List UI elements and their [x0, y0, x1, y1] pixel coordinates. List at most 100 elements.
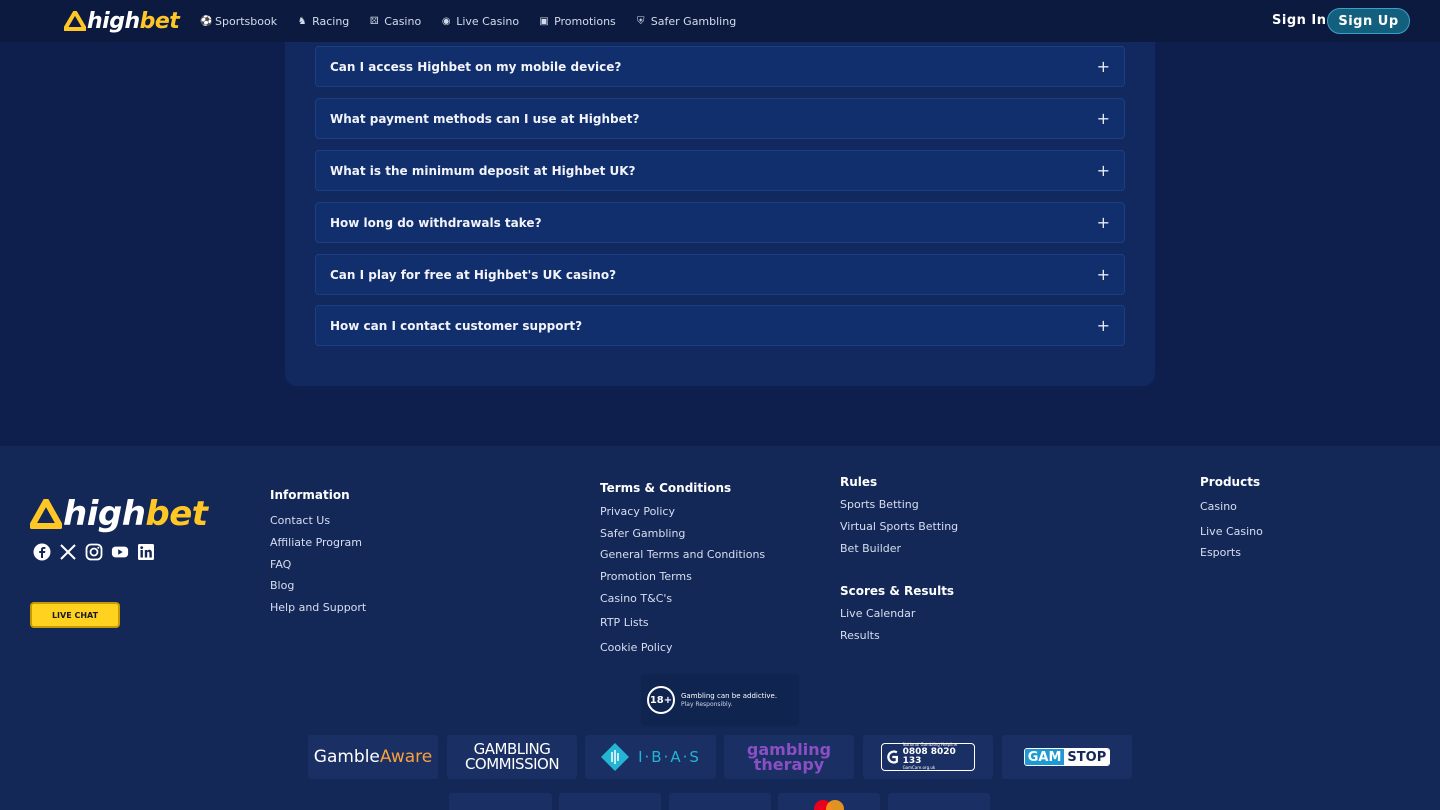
safer-gambling-link[interactable]: Safer Gambling: [600, 527, 685, 540]
facebook-icon[interactable]: [33, 543, 51, 561]
faq-item-support[interactable]: How can I contact customer support? +: [315, 305, 1125, 346]
footer-logo[interactable]: highbet: [30, 494, 208, 534]
faq-question: Can I access Highbet on my mobile device…: [330, 59, 622, 74]
casino-tcs-link[interactable]: Casino T&C's: [600, 592, 672, 605]
nav-label: Safer Gambling: [650, 14, 737, 28]
results-link[interactable]: Results: [840, 629, 880, 642]
live-calendar-link[interactable]: Live Calendar: [840, 607, 915, 620]
gamcare-badge[interactable]: National Gambling Helpline 0808 8020 133…: [863, 735, 993, 779]
linkedin-icon[interactable]: [137, 543, 155, 561]
nav-label: Live Casino: [456, 14, 520, 28]
visa-badge: [888, 793, 990, 810]
gamcare-g-icon: [887, 750, 898, 764]
main-nav: ⚽ Sportsbook ♞ Racing ⚄ Casino ◉ Live Ca…: [200, 0, 756, 42]
contact-us-link[interactable]: Contact Us: [270, 514, 330, 527]
plus-icon: +: [1096, 264, 1110, 284]
plus-icon: +: [1096, 56, 1110, 76]
nav-label: Sportsbook: [215, 14, 278, 28]
privacy-policy-link[interactable]: Privacy Policy: [600, 505, 675, 518]
scores-heading: Scores & Results: [840, 584, 955, 598]
help-support-link[interactable]: Help and Support: [270, 601, 366, 614]
blog-link[interactable]: Blog: [270, 579, 294, 592]
bet-builder-link[interactable]: Bet Builder: [840, 542, 901, 555]
logo-high: high: [87, 8, 140, 34]
nav-label: Casino: [384, 14, 422, 28]
faq-question: How can I contact customer support?: [330, 318, 583, 333]
dice-icon: ⚄: [369, 15, 379, 27]
gambling-commission-badge[interactable]: GAMBLING COMMISSION: [447, 735, 577, 779]
logo-bet: bet: [145, 494, 208, 534]
logo-bet: bet: [139, 8, 180, 34]
gamstop-text-1: GAM: [1024, 749, 1065, 765]
faq-item-free-play[interactable]: Can I play for free at Highbet's UK casi…: [315, 254, 1125, 295]
gambleaware-badge[interactable]: Gamble Aware: [308, 735, 438, 779]
play-responsibly-text: Play Responsibly.: [681, 700, 733, 708]
youtube-icon[interactable]: [111, 543, 129, 561]
affiliate-program-link[interactable]: Affiliate Program: [270, 536, 362, 549]
gamcare-url: GamCare.org.uk: [902, 765, 936, 771]
faq-link[interactable]: FAQ: [270, 558, 291, 571]
nav-promotions[interactable]: ▣ Promotions: [539, 14, 616, 28]
skrill-badge: [669, 793, 771, 810]
esports-link[interactable]: Esports: [1200, 546, 1241, 559]
nav-sportsbook[interactable]: ⚽ Sportsbook: [200, 15, 277, 28]
plus-icon: +: [1096, 108, 1110, 128]
faq-question: Can I play for free at Highbet's UK casi…: [330, 267, 617, 282]
nav-casino[interactable]: ⚄ Casino: [369, 15, 421, 28]
promotion-terms-link[interactable]: Promotion Terms: [600, 570, 692, 583]
nav-live-casino[interactable]: ◉ Live Casino: [441, 15, 519, 28]
gamstop-badge[interactable]: GAM STOP: [1002, 735, 1132, 779]
casino-link[interactable]: Casino: [1200, 500, 1237, 513]
x-twitter-icon[interactable]: [59, 543, 77, 561]
information-heading: Information: [270, 488, 350, 502]
logo-triangle-icon: [30, 499, 62, 529]
live-chat-button[interactable]: LIVE CHAT: [30, 602, 120, 628]
mastercard-badge: [778, 793, 880, 810]
gambleaware-text-1: Gamble: [313, 747, 380, 767]
shield-icon: ⛨: [637, 15, 645, 27]
age-warning-text: Gambling can be addictive.: [681, 691, 778, 700]
football-icon: ⚽: [200, 15, 213, 27]
nav-label: Promotions: [554, 14, 616, 28]
faq-item-deposit[interactable]: What is the minimum deposit at Highbet U…: [315, 150, 1125, 191]
terms-heading: Terms & Conditions: [600, 481, 732, 495]
therapy-text-2: therapy: [753, 755, 825, 774]
gamstop-text-2: STOP: [1064, 749, 1110, 765]
apple-pay-badge: [559, 793, 661, 810]
plus-icon: +: [1096, 315, 1110, 335]
globe-icon: ◉: [441, 15, 451, 27]
general-terms-link[interactable]: General Terms and Conditions: [600, 548, 765, 561]
ibas-text: I·B·A·S: [638, 748, 701, 766]
gambleaware-text-2: Aware: [379, 747, 433, 767]
highbet-logo[interactable]: highbet: [64, 8, 180, 34]
nav-racing[interactable]: ♞ Racing: [297, 15, 350, 28]
ibas-badge[interactable]: I·B·A·S: [585, 735, 716, 779]
virtual-sports-link[interactable]: Virtual Sports Betting: [840, 520, 958, 533]
horse-icon: ♞: [297, 15, 307, 27]
18-plus-icon: 18+: [647, 686, 675, 714]
sports-betting-link[interactable]: Sports Betting: [840, 498, 919, 511]
ibas-diamond-icon: [601, 743, 630, 771]
nav-safer-gambling[interactable]: ⛨ Safer Gambling: [636, 15, 736, 28]
mastercard-icon: [814, 800, 844, 810]
google-pay-badge: [449, 793, 552, 810]
instagram-icon[interactable]: [85, 543, 103, 561]
faq-item-payment[interactable]: What payment methods can I use at Highbe…: [315, 98, 1125, 139]
logo-triangle-icon: [64, 11, 86, 31]
social-links: [33, 543, 155, 561]
sign-up-button[interactable]: Sign Up: [1327, 8, 1410, 34]
faq-item-mobile[interactable]: Can I access Highbet on my mobile device…: [315, 46, 1125, 87]
rules-heading: Rules: [840, 475, 878, 489]
rtp-lists-link[interactable]: RTP Lists: [600, 616, 649, 629]
faq-question: What payment methods can I use at Highbe…: [330, 111, 640, 126]
sign-in-button[interactable]: Sign In: [1272, 13, 1327, 28]
top-header: highbet ⚽ Sportsbook ♞ Racing ⚄ Casino ◉…: [0, 0, 1440, 42]
age-restriction-badge: 18+ Gambling can be addictive. Play Resp…: [641, 674, 799, 726]
commission-text-2: COMMISSION: [464, 755, 560, 773]
faq-question: What is the minimum deposit at Highbet U…: [330, 163, 636, 178]
faq-item-withdrawals[interactable]: How long do withdrawals take? +: [315, 202, 1125, 243]
plus-icon: +: [1096, 160, 1110, 180]
gambling-therapy-badge[interactable]: gambling therapy: [724, 735, 854, 779]
cookie-policy-link[interactable]: Cookie Policy: [600, 641, 672, 654]
live-casino-link[interactable]: Live Casino: [1200, 525, 1263, 538]
